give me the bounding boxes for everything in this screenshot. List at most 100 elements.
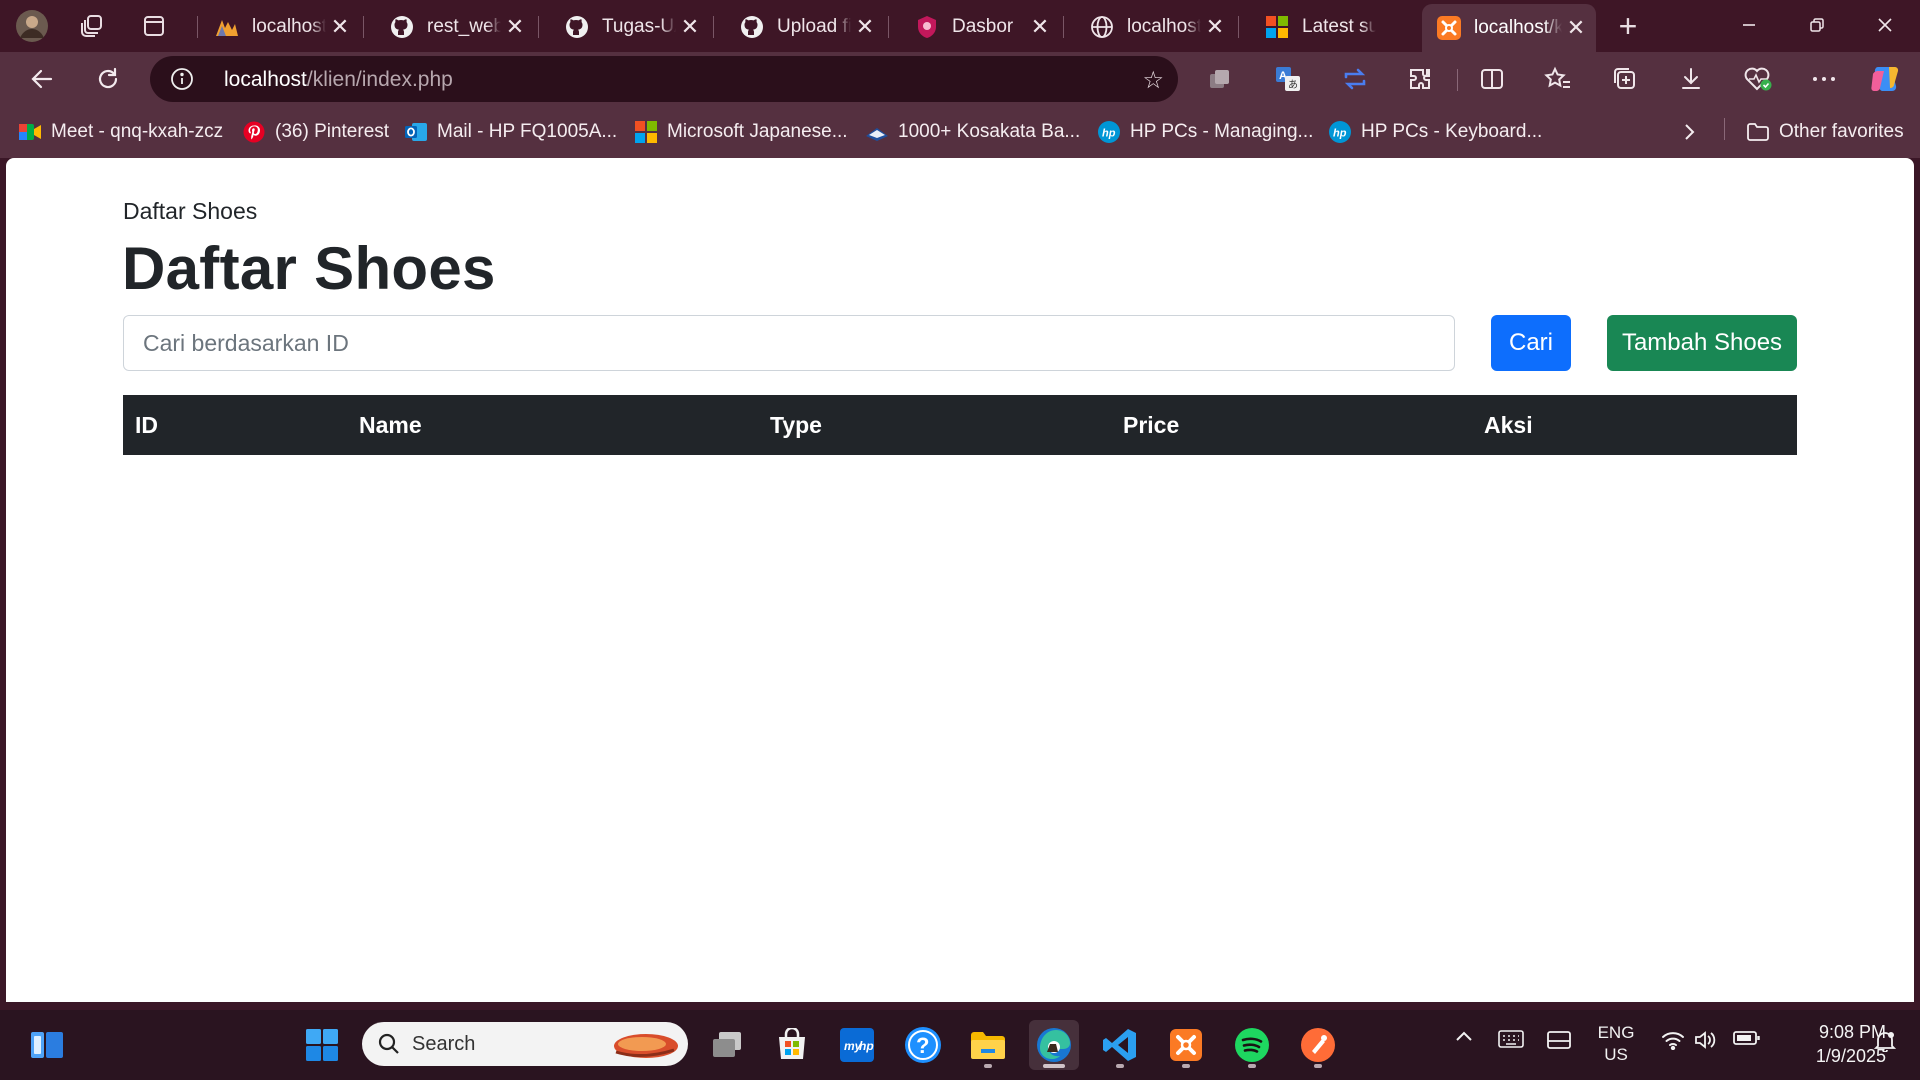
close-window-button[interactable] (1856, 0, 1914, 50)
book-icon (865, 120, 889, 144)
collections-icon[interactable] (1606, 61, 1644, 97)
refresh-button[interactable] (88, 61, 128, 97)
help-icon[interactable]: ? (898, 1020, 948, 1070)
hp-icon: hp (1328, 120, 1352, 144)
favorite-star-icon[interactable]: ☆ (1142, 66, 1164, 95)
tab-latest-support[interactable]: Latest sup (1250, 7, 1410, 47)
language-indicator[interactable]: ENG US (1590, 1022, 1642, 1066)
column-header-aksi: Aksi (1472, 395, 1797, 455)
translate-icon[interactable]: Aあ (1269, 61, 1307, 97)
address-bar[interactable]: localhost/klien/index.php ☆ (150, 56, 1178, 102)
tab-localhost-klien[interactable]: localhost/k ✕ (1422, 4, 1596, 52)
copilot-icon[interactable] (1866, 61, 1904, 97)
svg-text:hp: hp (1333, 128, 1347, 140)
keyboard-icon[interactable] (1496, 1030, 1526, 1048)
extensions-icon[interactable] (1401, 61, 1439, 97)
show-hidden-icons-chevron-icon[interactable] (1452, 1030, 1476, 1042)
tab-github-tugas[interactable]: Tugas-UAS ✕ (550, 7, 710, 47)
tab-dasbor[interactable]: Dasbor ✕ (900, 7, 1060, 47)
tab-github-rest[interactable]: rest_webse ✕ (375, 7, 535, 47)
favorites-bar: Meet - qnq-kxah-zcz (36) Pinterest Mail … (0, 106, 1920, 158)
tab-actions-icon[interactable] (136, 8, 172, 44)
file-explorer-icon[interactable] (963, 1020, 1013, 1070)
phpmyadmin-icon (214, 14, 240, 40)
widgets-icon[interactable] (22, 1020, 72, 1070)
start-icon[interactable] (297, 1020, 347, 1070)
add-shoes-button[interactable]: Tambah Shoes (1607, 315, 1797, 371)
favorite-pinterest[interactable]: (36) Pinterest (242, 119, 389, 145)
url-text[interactable]: localhost/klien/index.php (224, 68, 453, 92)
vscode-icon[interactable] (1095, 1020, 1145, 1070)
favorite-kosakata[interactable]: 1000+ Kosakata Ba... (865, 119, 1080, 145)
close-icon[interactable]: ✕ (851, 14, 879, 40)
edge-browser-icon[interactable] (1029, 1020, 1079, 1070)
column-header-name: Name (347, 395, 758, 455)
taskbar: Search my hp ? ENG US 9:08 PM 1/9/2025 (0, 1010, 1920, 1080)
favorite-mail[interactable]: Mail - HP FQ1005A... (404, 119, 617, 145)
tab-bar: localhost / ✕ rest_webse ✕ Tugas-UAS ✕ U… (0, 0, 1920, 52)
github-icon (389, 14, 415, 40)
dasbor-icon (914, 14, 940, 40)
microsoft-icon (634, 120, 658, 144)
page-title: Daftar Shoes (122, 235, 496, 302)
page-viewport: Daftar Shoes Daftar Shoes Cari Tambah Sh… (6, 158, 1914, 1002)
sync-extension-icon[interactable] (1336, 61, 1374, 97)
wifi-icon[interactable] (1658, 1030, 1688, 1050)
back-button[interactable] (22, 61, 62, 97)
volume-icon[interactable] (1690, 1030, 1720, 1050)
globe-icon (1089, 14, 1115, 40)
svg-text:hp: hp (859, 1039, 874, 1053)
postman-icon[interactable] (1293, 1020, 1343, 1070)
split-screen-icon[interactable] (1473, 61, 1511, 97)
tab-localhost-r[interactable]: localhost/r ✕ (1075, 7, 1235, 47)
notifications-icon[interactable] (1870, 1030, 1900, 1052)
favorite-hp-keyboard[interactable]: hp HP PCs - Keyboard... (1328, 119, 1542, 145)
favorites-overflow-chevron-icon[interactable] (1682, 119, 1696, 145)
collections-stack-icon[interactable] (1201, 61, 1239, 97)
battery-icon[interactable] (1730, 1030, 1764, 1046)
new-tab-button[interactable]: + (1610, 8, 1646, 44)
tablet-mode-icon[interactable] (1544, 1030, 1574, 1050)
hp-icon: hp (1097, 120, 1121, 144)
breadcrumb: Daftar Shoes (123, 198, 258, 224)
xampp-icon[interactable] (1161, 1020, 1211, 1070)
close-icon[interactable]: ✕ (326, 14, 354, 40)
info-icon[interactable] (170, 67, 194, 91)
column-header-id: ID (123, 395, 347, 455)
favorite-meet[interactable]: Meet - qnq-kxah-zcz (18, 119, 223, 145)
xampp-icon (1436, 15, 1462, 41)
favorite-microsoft-japanese[interactable]: Microsoft Japanese... (634, 119, 848, 145)
close-icon[interactable]: ✕ (1562, 15, 1590, 41)
myhp-icon[interactable]: my hp (832, 1020, 882, 1070)
close-icon[interactable]: ✕ (1201, 14, 1229, 40)
table-header-row: ID Name Type Price Aksi (123, 395, 1797, 455)
other-favorites[interactable]: Other favorites (1746, 119, 1904, 145)
column-header-price: Price (1111, 395, 1472, 455)
favorite-hp-managing[interactable]: hp HP PCs - Managing... (1097, 119, 1313, 145)
close-icon[interactable]: ✕ (1026, 14, 1054, 40)
browser-essentials-icon[interactable] (1739, 61, 1777, 97)
tab-phpmyadmin[interactable]: localhost / ✕ (200, 7, 360, 47)
workspaces-icon[interactable] (74, 8, 110, 44)
spotify-icon[interactable] (1227, 1020, 1277, 1070)
meet-icon (18, 120, 42, 144)
svg-text:あ: あ (1288, 79, 1298, 91)
search-input[interactable] (123, 315, 1455, 371)
restore-button[interactable] (1788, 0, 1846, 50)
svg-text:hp: hp (1102, 128, 1116, 140)
more-menu-icon[interactable] (1805, 61, 1843, 97)
profile-avatar[interactable] (14, 8, 50, 44)
search-button[interactable]: Cari (1491, 315, 1571, 371)
close-icon[interactable]: ✕ (501, 14, 529, 40)
tab-github-upload[interactable]: Upload file ✕ (725, 7, 885, 47)
minimize-button[interactable] (1720, 0, 1778, 50)
microsoft-store-icon[interactable] (767, 1020, 817, 1070)
search-icon (378, 1033, 400, 1055)
task-view-icon[interactable] (702, 1020, 752, 1070)
close-icon[interactable]: ✕ (676, 14, 704, 40)
downloads-icon[interactable] (1672, 61, 1710, 97)
svg-text:?: ? (916, 1033, 929, 1058)
folder-icon (1746, 120, 1770, 144)
taskbar-search[interactable]: Search (362, 1022, 688, 1066)
favorites-icon[interactable] (1539, 61, 1577, 97)
